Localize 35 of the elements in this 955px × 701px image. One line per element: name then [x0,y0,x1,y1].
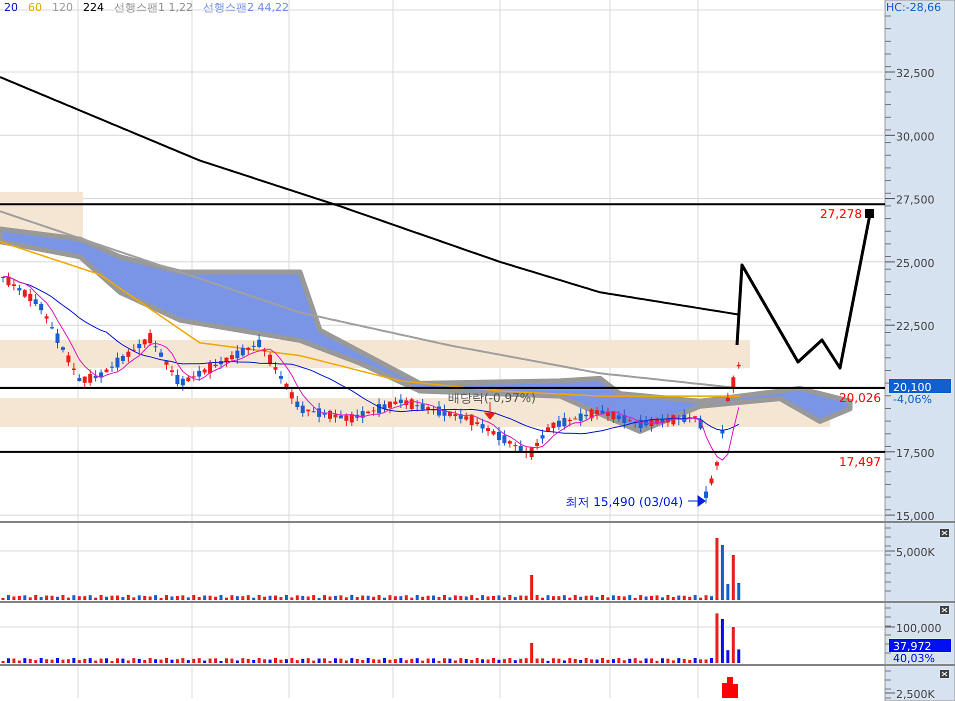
axis-label: 15,000 [896,510,934,524]
change-percent: -4,06% [893,393,932,406]
axis-label: 25,000 [896,256,934,270]
level-label: 27,278 [820,207,862,222]
axis-label: 2,500K [896,688,935,701]
legend-label: 20 [4,1,18,14]
value-badge: 37,972 [889,639,951,653]
indicator-bars-drawing [722,677,738,698]
close-icon[interactable] [940,606,949,614]
low-price-label: 최저 15,490 (03/04) [565,495,683,509]
legend-label: 선행스팬2 44,22 [203,1,289,14]
tick-marks [884,670,892,698]
axis-label: 100,000 [896,622,942,635]
axis-label: 30,000 [896,130,934,144]
axis-label: 22,500 [896,320,934,334]
legend-label: 선행스팬1 1,22 [114,1,193,14]
right-arrow-icon [688,496,706,506]
axis-label: 27,500 [896,194,934,207]
tick-marks [884,608,892,654]
close-icon[interactable] [940,670,949,678]
tick-marks [884,528,892,592]
close-icon[interactable] [940,529,949,537]
level-label: 20,026 [839,390,881,405]
legend-label: 120 [52,1,73,14]
level-label: 17,497 [839,454,881,469]
dividend-label: 배당락(-0,97%) [448,391,536,405]
axis-label: 32,500 [896,67,934,80]
legend-label: 224 [83,1,104,14]
change-percent: 40,03% [893,652,935,665]
value-badge: 20,100 [889,379,951,394]
indicator-value: HC:-28,66 [886,1,942,14]
forecast-marker [865,209,874,218]
axis-label: 5,000K [896,546,935,559]
legend-label: 60 [28,1,42,14]
axis-label: 17,500 [896,446,934,460]
